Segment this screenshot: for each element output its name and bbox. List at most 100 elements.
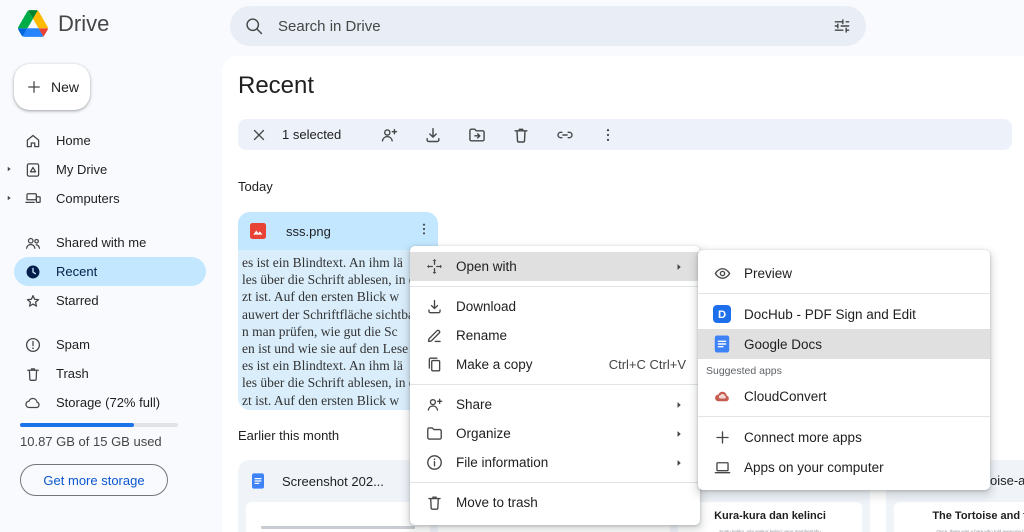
page-title: Recent — [238, 72, 314, 100]
menu-item-share[interactable]: Share — [410, 390, 700, 419]
menu-divider — [698, 416, 990, 417]
expand-caret-icon[interactable] — [4, 193, 14, 203]
trash-icon — [24, 365, 42, 383]
plus-icon — [25, 78, 43, 96]
download-icon — [424, 297, 444, 316]
google-drive-app: Drive New Home — [0, 0, 1024, 532]
submenu-arrow-icon — [672, 456, 686, 470]
link-icon[interactable] — [553, 125, 577, 145]
sidebar-item-recent[interactable]: Recent — [14, 257, 206, 286]
sidebar-item-storage[interactable]: Storage (72% full) — [14, 388, 206, 417]
file-preview-text: es ist ein Blindtext. An ihm lä les über… — [238, 250, 438, 410]
file-preview-thumbnail: The Tortoise and the Once, there was a h… — [894, 502, 1024, 532]
menu-item-move-to-trash[interactable]: Move to trash — [410, 488, 700, 517]
trash-icon — [424, 493, 444, 512]
new-button[interactable]: New — [14, 64, 90, 110]
submenu-arrow-icon — [672, 427, 686, 441]
top-bar: Drive — [0, 0, 1024, 56]
home-icon — [24, 132, 42, 150]
search-filters-icon[interactable] — [832, 16, 852, 36]
menu-item-organize[interactable]: Organize — [410, 419, 700, 448]
download-icon[interactable] — [421, 125, 445, 145]
sidebar-item-home[interactable]: Home — [14, 126, 206, 155]
preview-document-title: The Tortoise and the — [894, 510, 1024, 522]
search-bar[interactable] — [230, 6, 866, 46]
menu-item-make-a-copy[interactable]: Make a copy Ctrl+C Ctrl+V — [410, 350, 700, 379]
submenu-item-preview[interactable]: Preview — [698, 258, 990, 288]
info-icon — [424, 453, 444, 472]
search-icon — [244, 16, 264, 36]
computers-icon — [24, 190, 42, 208]
trash-icon[interactable] — [509, 125, 533, 145]
suggested-apps-label: Suggested apps — [698, 359, 990, 381]
copy-icon — [424, 355, 444, 374]
open-with-icon — [424, 257, 444, 276]
new-button-label: New — [51, 79, 79, 95]
submenu-item-apps-on-your-computer[interactable]: Apps on your computer — [698, 452, 990, 482]
get-more-storage-button[interactable]: Get more storage — [20, 464, 168, 496]
menu-divider — [410, 384, 700, 385]
my-drive-icon — [24, 161, 42, 179]
sidebar-item-my-drive[interactable]: My Drive — [14, 155, 206, 184]
submenu-item-dochub[interactable]: D DocHub - PDF Sign and Edit — [698, 299, 990, 329]
open-with-submenu: Preview D DocHub - PDF Sign and Edit Goo… — [698, 250, 990, 490]
file-more-options-icon[interactable] — [416, 221, 432, 237]
menu-item-file-information[interactable]: File information — [410, 448, 700, 477]
more-options-icon[interactable] — [597, 126, 619, 144]
recent-clock-icon — [24, 263, 42, 281]
submenu-item-cloudconvert[interactable]: CloudConvert — [698, 381, 990, 411]
sidebar-nav: Home My Drive Computers — [0, 126, 222, 417]
file-card-header: sss.png — [238, 212, 438, 250]
shortcut-label: Ctrl+C Ctrl+V — [609, 357, 686, 372]
submenu-arrow-icon — [672, 398, 686, 412]
file-name: sss.png — [286, 224, 331, 239]
section-label-today: Today — [238, 179, 273, 194]
eye-icon — [712, 264, 732, 283]
menu-divider — [410, 482, 700, 483]
cloudconvert-icon — [712, 387, 732, 406]
menu-divider — [698, 293, 990, 294]
folder-icon — [424, 424, 444, 443]
sidebar-item-trash[interactable]: Trash — [14, 359, 206, 388]
search-input[interactable] — [276, 17, 820, 36]
file-preview-thumbnail — [246, 502, 430, 532]
storage-progress-bar — [20, 423, 178, 427]
sidebar-item-starred[interactable]: Starred — [14, 286, 206, 315]
expand-caret-icon[interactable] — [4, 164, 14, 174]
google-docs-icon — [712, 335, 732, 353]
file-preview-thumbnail: Kura-kura dan kelinci Suatu ketika, ada … — [678, 502, 862, 532]
sidebar: New Home My Drive — [0, 56, 222, 532]
docs-file-icon — [250, 473, 266, 489]
image-file-icon — [250, 223, 266, 239]
dochub-icon: D — [712, 305, 732, 323]
sidebar-item-spam[interactable]: Spam — [14, 330, 206, 359]
plus-icon — [712, 428, 732, 447]
menu-item-rename[interactable]: Rename — [410, 321, 700, 350]
file-card-screenshot[interactable]: Screenshot 202... — [238, 460, 438, 532]
section-label-earlier: Earlier this month — [238, 428, 339, 443]
clear-selection-close-icon[interactable] — [250, 126, 268, 144]
sidebar-item-shared-with-me[interactable]: Shared with me — [14, 228, 206, 257]
file-card-sss-png[interactable]: sss.png es ist ein Blindtext. An ihm lä … — [238, 212, 438, 410]
rename-pencil-icon — [424, 326, 444, 345]
add-person-icon[interactable] — [377, 125, 401, 145]
spam-icon — [24, 336, 42, 354]
preview-text-line — [261, 526, 416, 529]
star-icon — [24, 292, 42, 310]
submenu-item-connect-more-apps[interactable]: Connect more apps — [698, 422, 990, 452]
drive-logo-icon — [18, 10, 48, 37]
sidebar-item-computers[interactable]: Computers — [14, 184, 206, 213]
menu-item-download[interactable]: Download — [410, 292, 700, 321]
submenu-arrow-icon — [672, 260, 686, 274]
shared-with-me-icon — [24, 234, 42, 252]
menu-divider — [410, 286, 700, 287]
storage-progress-fill — [20, 423, 134, 427]
file-card-header: Screenshot 202... — [238, 460, 438, 502]
submenu-item-google-docs[interactable]: Google Docs — [698, 329, 990, 359]
selection-toolbar: 1 selected — [238, 119, 1012, 150]
svg-text:D: D — [718, 309, 726, 321]
context-menu: Open with Download Rename Make a copy Ct… — [410, 246, 700, 525]
menu-item-open-with[interactable]: Open with — [410, 252, 700, 281]
move-to-folder-icon[interactable] — [465, 125, 489, 145]
laptop-icon — [712, 458, 732, 477]
